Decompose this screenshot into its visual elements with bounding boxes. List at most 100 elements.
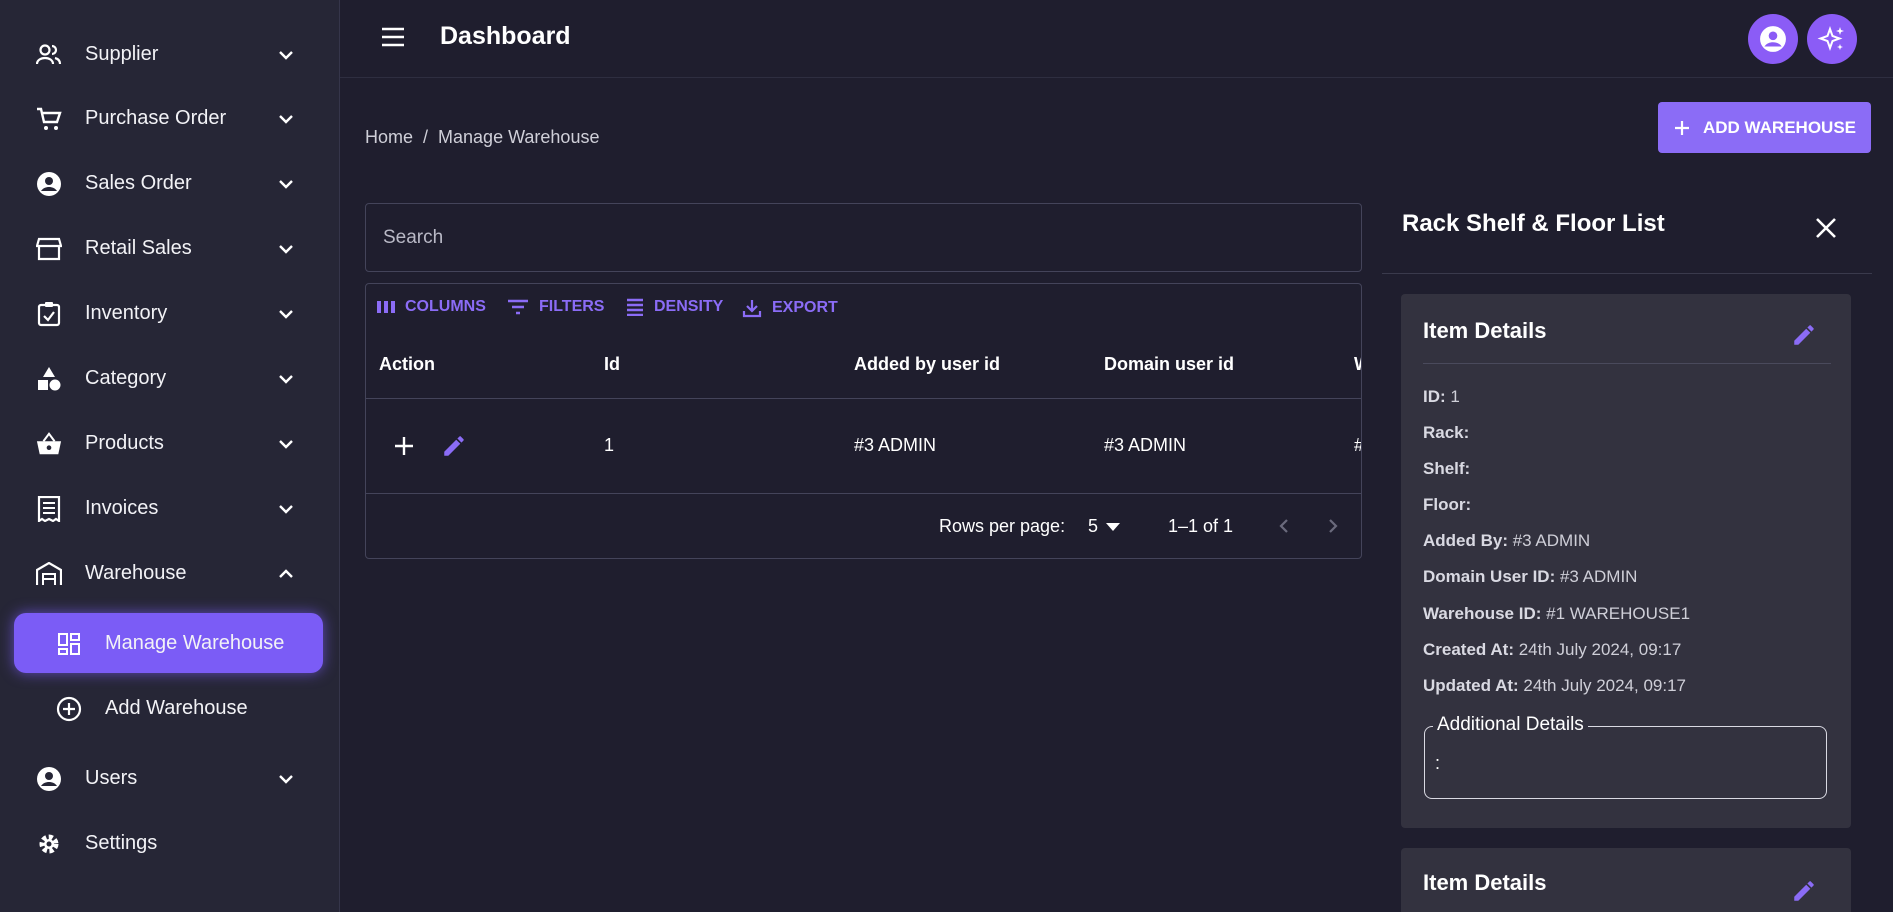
- add-circle-icon: [56, 696, 82, 722]
- rows-per-page-select[interactable]: 5: [1088, 516, 1121, 537]
- edit-pencil-icon[interactable]: [1791, 322, 1817, 348]
- app-root: Supplier Purchase Order Sales Order Reta…: [0, 0, 1893, 912]
- ai-assistant-button[interactable]: [1807, 14, 1857, 64]
- additional-details-value: :: [1435, 753, 1441, 773]
- store-icon: [36, 236, 62, 262]
- sidebar-item-users[interactable]: Users: [0, 753, 340, 803]
- chevron-down-icon: [279, 180, 293, 189]
- sidebar-subitem-label: Manage Warehouse: [105, 631, 285, 654]
- edit-pencil-icon[interactable]: [1791, 878, 1817, 904]
- sidebar-item-label: Users: [85, 766, 138, 789]
- sparkles-icon: [1817, 26, 1844, 51]
- column-header-added-by[interactable]: Added by user id: [854, 354, 1000, 375]
- chevron-right-icon[interactable]: [1324, 517, 1342, 535]
- item-details-card: Item Details: [1401, 848, 1851, 912]
- cell-domain-user: #3 ADMIN: [1104, 435, 1187, 455]
- page-title: Dashboard: [440, 22, 571, 50]
- profile-avatar-button[interactable]: [1748, 14, 1798, 64]
- warehouse-icon: [36, 561, 62, 587]
- detail-id: ID: 1: [1423, 387, 1460, 406]
- account-circle-icon: [1760, 26, 1786, 52]
- chevron-up-icon: [279, 569, 293, 578]
- close-icon[interactable]: [1812, 214, 1840, 242]
- plus-icon: [1674, 120, 1689, 135]
- additional-details-fieldset: Additional Details :: [1424, 714, 1827, 799]
- gear-icon: [36, 831, 62, 857]
- sidebar-item-purchase-order[interactable]: Purchase Order: [0, 93, 340, 143]
- export-button[interactable]: EXPORT: [742, 298, 838, 318]
- edit-pencil-icon[interactable]: [441, 433, 467, 459]
- chevron-left-icon[interactable]: [1275, 517, 1293, 535]
- chevron-down-icon: [279, 505, 293, 514]
- chevron-down-icon: [279, 440, 293, 449]
- column-header-domain-user[interactable]: Domain user id: [1104, 354, 1234, 375]
- sidebar-item-label: Supplier: [85, 42, 159, 65]
- filters-button[interactable]: FILTERS: [507, 298, 604, 316]
- sidebar-item-invoices[interactable]: Invoices: [0, 483, 340, 533]
- clipboard-check-icon: [36, 301, 62, 327]
- chevron-down-icon: [279, 775, 293, 784]
- row-divider: [366, 493, 1361, 494]
- sidebar-item-warehouse[interactable]: Warehouse: [0, 548, 340, 598]
- export-label: EXPORT: [772, 299, 838, 316]
- sidebar-item-settings[interactable]: Settings: [0, 818, 340, 868]
- sidebar-subitem-manage-warehouse[interactable]: Manage Warehouse: [0, 618, 340, 668]
- cell-warehouse-partial: #: [1354, 435, 1361, 456]
- receipt-icon: [36, 496, 62, 522]
- download-icon: [742, 300, 762, 318]
- column-header-action[interactable]: Action: [379, 354, 435, 375]
- sidebar-item-products[interactable]: Products: [0, 418, 340, 468]
- chevron-down-icon: [279, 51, 293, 60]
- sidebar-item-supplier[interactable]: Supplier: [0, 29, 340, 79]
- cell-added-by: #3 ADMIN: [854, 435, 937, 455]
- search-input[interactable]: [366, 204, 1361, 271]
- sidebar-item-label: Inventory: [85, 301, 168, 324]
- detail-updated-at: Updated At: 24th July 2024, 09:17: [1423, 676, 1686, 695]
- detail-warehouse-id: Warehouse ID: #1 WAREHOUSE1: [1423, 604, 1691, 623]
- rows-per-page-label: Rows per page:: [939, 516, 1066, 536]
- breadcrumb-current: Manage Warehouse: [438, 127, 600, 147]
- card-title: Item Details: [1423, 318, 1547, 343]
- additional-details-legend: Additional Details: [1433, 714, 1588, 736]
- add-icon[interactable]: [394, 436, 414, 456]
- breadcrumb-home-link[interactable]: Home: [365, 127, 413, 148]
- column-header-warehouse-partial[interactable]: W: [1354, 354, 1361, 375]
- menu-icon[interactable]: [380, 26, 406, 48]
- top-bar: Dashboard: [340, 0, 1893, 78]
- rows-per-page-value: 5: [1088, 516, 1099, 536]
- filters-label: FILTERS: [539, 298, 605, 315]
- sidebar-item-retail-sales[interactable]: Retail Sales: [0, 223, 340, 273]
- header-divider: [366, 398, 1361, 399]
- detail-added-by: Added By: #3 ADMIN: [1423, 531, 1591, 550]
- sidebar-item-category[interactable]: Category: [0, 353, 340, 403]
- density-icon: [627, 298, 643, 316]
- cell-id: 1: [604, 435, 615, 455]
- sidebar-item-label: Sales Order: [85, 171, 192, 194]
- sidebar-subitem-label: Add Warehouse: [105, 696, 248, 719]
- sidebar-subitem-add-warehouse[interactable]: Add Warehouse: [0, 683, 340, 733]
- panel-divider: [1382, 273, 1872, 274]
- chevron-down-icon: [279, 245, 293, 254]
- search-field: [365, 203, 1362, 272]
- sidebar-item-sales-order[interactable]: Sales Order: [0, 158, 340, 208]
- panel-title: Rack Shelf & Floor List: [1402, 210, 1665, 237]
- detail-shelf: Shelf:: [1423, 459, 1471, 478]
- sidebar-item-label: Category: [85, 366, 167, 389]
- card-title: Item Details: [1423, 870, 1547, 895]
- chevron-down-icon: [279, 115, 293, 124]
- chevron-down-icon: [279, 375, 293, 384]
- chevron-down-icon: [279, 310, 293, 319]
- add-warehouse-label: ADD WAREHOUSE: [1702, 117, 1856, 137]
- people-icon: [36, 42, 62, 68]
- density-button[interactable]: DENSITY: [626, 298, 723, 316]
- detail-created-at: Created At: 24th July 2024, 09:17: [1423, 640, 1682, 659]
- column-header-id[interactable]: Id: [604, 354, 620, 375]
- filter-icon: [508, 299, 528, 315]
- columns-button[interactable]: COLUMNS: [377, 298, 486, 316]
- item-details-card: Item Details ID: 1 Rack: Shelf: Floor: A…: [1401, 294, 1851, 828]
- basket-icon: [36, 431, 62, 457]
- detail-floor: Floor:: [1423, 495, 1472, 514]
- add-warehouse-button[interactable]: ADD WAREHOUSE: [1658, 102, 1871, 153]
- sidebar-item-inventory[interactable]: Inventory: [0, 288, 340, 338]
- columns-icon: [377, 301, 395, 313]
